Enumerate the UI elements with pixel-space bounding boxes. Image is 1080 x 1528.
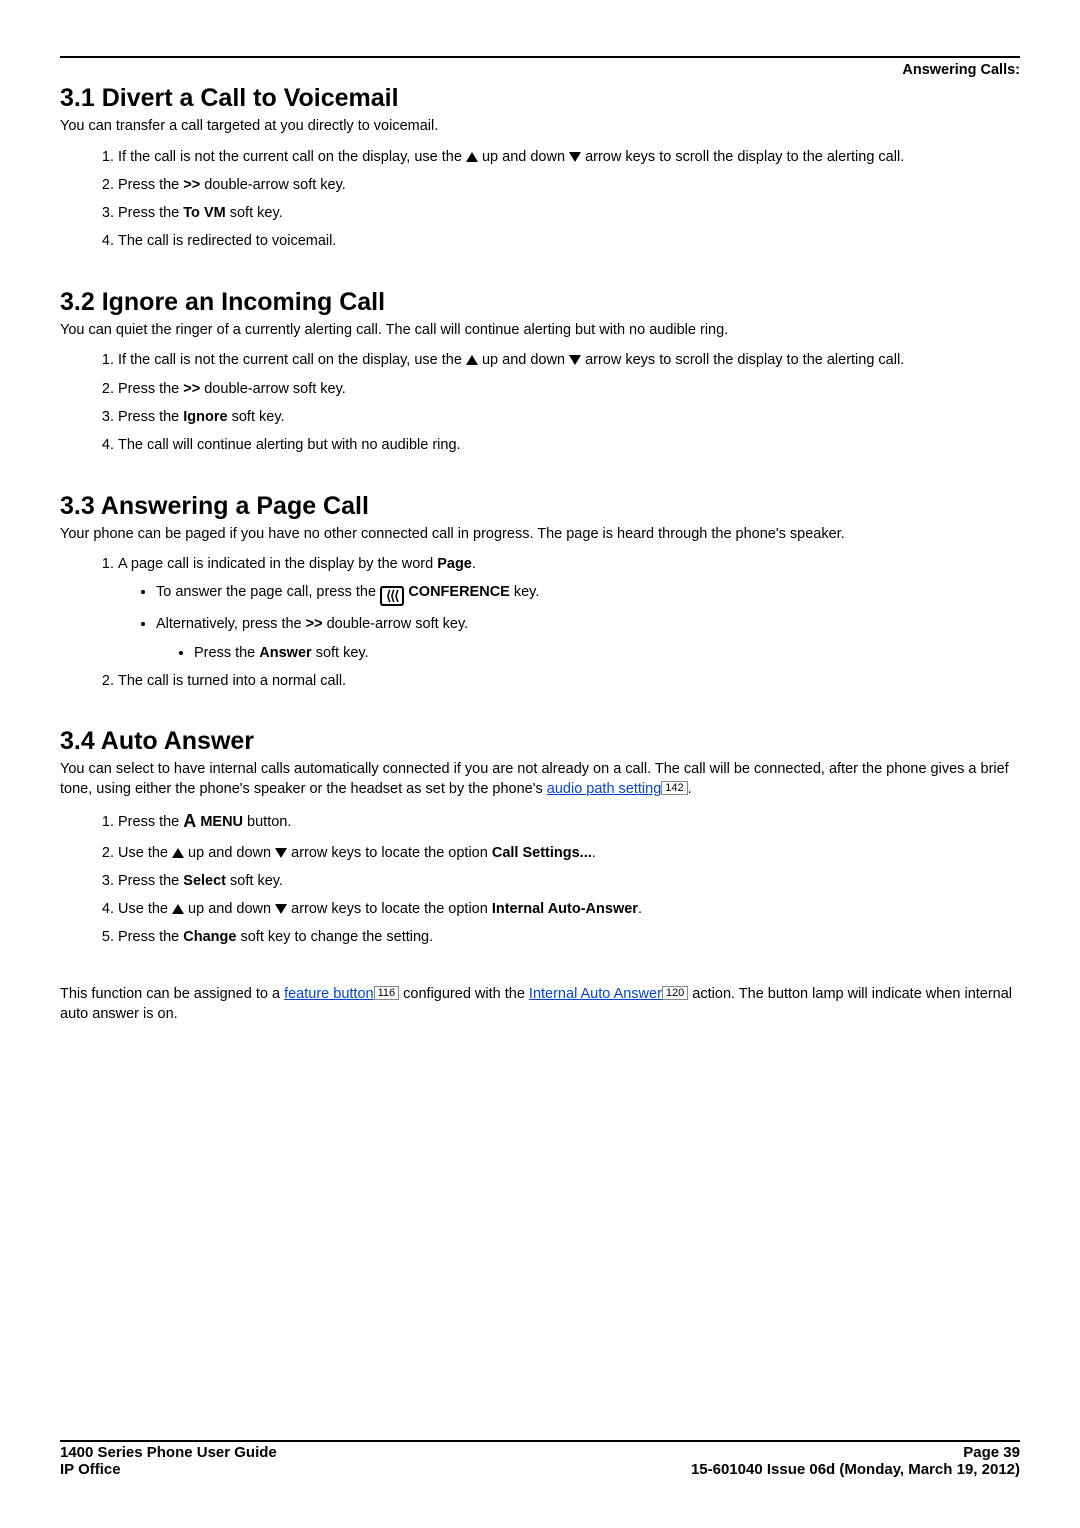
step: Press the A MENU button.: [118, 809, 1020, 834]
section-3-1-title: 3.1 Divert a Call to Voicemail: [60, 84, 1020, 113]
section-3-4-intro: You can select to have internal calls au…: [60, 760, 1020, 799]
step: Use the up and down arrow keys to locate…: [118, 843, 1020, 863]
section-3-1-intro: You can transfer a call targeted at you …: [60, 117, 1020, 137]
step: Use the up and down arrow keys to locate…: [118, 899, 1020, 919]
section-3-2-steps: If the call is not the current call on t…: [60, 350, 1020, 455]
arrow-down-icon: [569, 355, 581, 365]
feature-button-link[interactable]: feature button: [284, 986, 374, 1002]
section-3-3-title: 3.3 Answering a Page Call: [60, 492, 1020, 521]
step: The call will continue alerting but with…: [118, 435, 1020, 455]
arrow-down-icon: [569, 152, 581, 162]
section-3-4-title: 3.4 Auto Answer: [60, 727, 1020, 756]
header-rule: [60, 56, 1020, 58]
header-category: Answering Calls:: [60, 62, 1020, 78]
footer-page-number: Page 39: [963, 1444, 1020, 1461]
section-3-3-steps: A page call is indicated in the display …: [60, 554, 1020, 691]
section-3-4-note: This function can be assigned to a featu…: [60, 984, 1020, 1025]
step: If the call is not the current call on t…: [118, 350, 1020, 370]
menu-icon: A: [183, 809, 196, 834]
section-3-2-intro: You can quiet the ringer of a currently …: [60, 321, 1020, 341]
footer-guide-title: 1400 Series Phone User Guide: [60, 1444, 277, 1461]
step: Press the Ignore soft key.: [118, 407, 1020, 427]
internal-auto-answer-link[interactable]: Internal Auto Answer: [529, 986, 662, 1002]
step: The call is redirected to voicemail.: [118, 231, 1020, 251]
section-3-3-intro: Your phone can be paged if you have no o…: [60, 525, 1020, 545]
step: If the call is not the current call on t…: [118, 147, 1020, 167]
page-ref: 116: [374, 986, 400, 1000]
sub-bullet: Press the Answer soft key.: [194, 643, 1020, 663]
section-3-4-steps: Press the A MENU button. Use the up and …: [60, 809, 1020, 947]
arrow-up-icon: [172, 848, 184, 858]
page-ref: 142: [661, 781, 687, 795]
arrow-down-icon: [275, 848, 287, 858]
step: Press the >> double-arrow soft key.: [118, 379, 1020, 399]
page-ref: 120: [662, 986, 688, 1000]
step: A page call is indicated in the display …: [118, 554, 1020, 663]
section-3-2-title: 3.2 Ignore an Incoming Call: [60, 288, 1020, 317]
audio-path-setting-link[interactable]: audio path setting: [547, 781, 661, 797]
step: Press the Change soft key to change the …: [118, 927, 1020, 947]
step: Press the Select soft key.: [118, 871, 1020, 891]
step: The call is turned into a normal call.: [118, 671, 1020, 691]
step: Press the To VM soft key.: [118, 203, 1020, 223]
arrow-up-icon: [466, 152, 478, 162]
arrow-down-icon: [275, 904, 287, 914]
section-3-1-steps: If the call is not the current call on t…: [60, 147, 1020, 252]
bullet: To answer the page call, press the ⟨⟨⟨ C…: [156, 582, 1020, 606]
conference-icon: ⟨⟨⟨: [380, 586, 404, 606]
bullet: Alternatively, press the >> double-arrow…: [156, 614, 1020, 663]
step: Press the >> double-arrow soft key.: [118, 175, 1020, 195]
footer-product: IP Office: [60, 1461, 121, 1478]
arrow-up-icon: [466, 355, 478, 365]
footer-issue: 15-601040 Issue 06d (Monday, March 19, 2…: [691, 1461, 1020, 1478]
arrow-up-icon: [172, 904, 184, 914]
page-footer: 1400 Series Phone User Guide Page 39 IP …: [60, 1440, 1020, 1478]
